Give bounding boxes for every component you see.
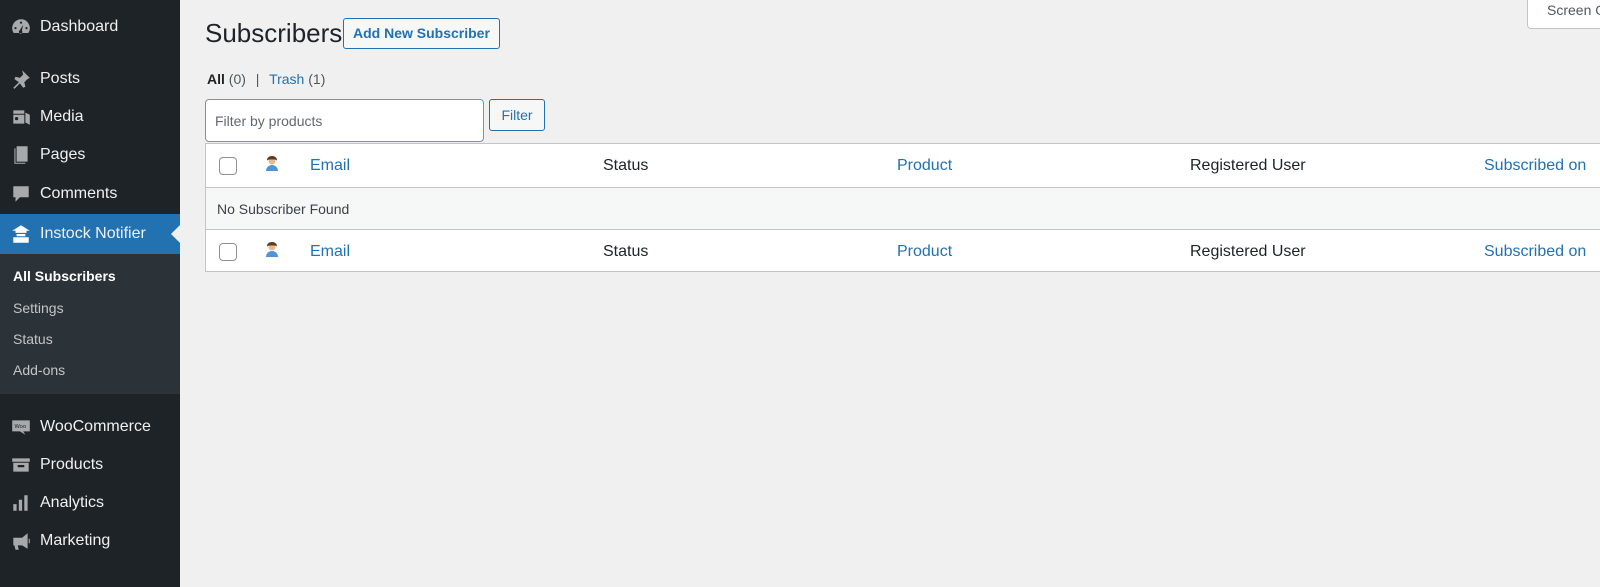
column-footer-email[interactable]: Email — [310, 243, 350, 261]
sidebar-item-comments[interactable]: Comments — [0, 175, 180, 213]
column-footer-subscribed-on[interactable]: Subscribed on — [1484, 243, 1586, 261]
sidebar-item-label: Pages — [40, 146, 86, 163]
view-trash-link[interactable]: Trash (1) — [269, 71, 325, 87]
column-header-registered-user: Registered User — [1190, 157, 1306, 174]
submenu-item-add-ons[interactable]: Add-ons — [13, 362, 65, 378]
svg-text:Woo: Woo — [14, 424, 26, 430]
sidebar-item-instock-notifier[interactable]: Instock Notifier — [0, 214, 180, 254]
select-all-checkbox-footer[interactable] — [219, 243, 237, 261]
table-header-row: Email Status Product Registered User Sub… — [206, 144, 1600, 188]
view-filters: All (0) | Trash (1) — [207, 71, 325, 87]
sidebar-item-label: Products — [40, 456, 104, 473]
column-footer-status: Status — [603, 243, 649, 260]
empty-table-message: No Subscriber Found — [206, 188, 1600, 229]
table-footer-row: Email Status Product Registered User Sub… — [206, 229, 1600, 271]
sidebar-item-media[interactable]: Media — [0, 98, 180, 136]
add-new-subscriber-button[interactable]: Add New Subscriber — [343, 18, 500, 49]
avatar-column-icon — [263, 155, 281, 173]
sidebar-item-label: Media — [40, 108, 84, 125]
sidebar-item-label: Comments — [40, 185, 118, 202]
column-header-subscribed-on[interactable]: Subscribed on — [1484, 157, 1586, 175]
view-trash-count: (1) — [308, 71, 326, 87]
filter-by-products-input[interactable] — [205, 99, 484, 142]
submenu-item-status[interactable]: Status — [13, 331, 53, 347]
sidebar-item-label: Dashboard — [40, 18, 119, 35]
sidebar-item-dashboard[interactable]: Dashboard — [0, 8, 180, 46]
sidebar-submenu: All Subscribers Settings Status Add-ons — [0, 254, 180, 394]
column-footer-registered-user: Registered User — [1190, 243, 1306, 260]
pin-icon — [0, 60, 40, 98]
view-all-link[interactable]: All (0) — [207, 71, 246, 87]
main-content: Subscribers Add New Subscriber Screen Op… — [180, 0, 1600, 587]
sidebar-item-pages[interactable]: Pages — [0, 136, 180, 174]
column-header-email[interactable]: Email — [310, 157, 350, 175]
archive-icon — [0, 446, 40, 484]
column-footer-product[interactable]: Product — [897, 243, 952, 261]
column-header-product[interactable]: Product — [897, 157, 952, 175]
view-all-count: (0) — [228, 71, 246, 87]
media-icon — [0, 98, 40, 136]
sidebar-item-label: Instock Notifier — [40, 225, 146, 242]
sidebar-item-products[interactable]: Products — [0, 446, 180, 484]
view-separator: | — [255, 71, 260, 87]
notifier-icon — [0, 215, 40, 253]
sidebar-item-label: Analytics — [40, 494, 105, 511]
sidebar-item-label: Marketing — [40, 532, 111, 549]
comment-icon — [0, 175, 40, 213]
column-header-status: Status — [603, 157, 649, 174]
sidebar-item-analytics[interactable]: Analytics — [0, 484, 180, 522]
page-title: Subscribers — [205, 18, 343, 48]
avatar-column-icon — [263, 241, 281, 259]
megaphone-icon — [0, 522, 40, 560]
sidebar-item-woocommerce[interactable]: Woo WooCommerce — [0, 408, 180, 446]
bar-chart-icon — [0, 484, 40, 522]
sidebar-item-posts[interactable]: Posts — [0, 60, 180, 98]
admin-sidebar: Dashboard Posts Media Pages Comments Ins… — [0, 0, 180, 587]
sidebar-item-marketing[interactable]: Marketing — [0, 522, 180, 560]
woo-icon: Woo — [0, 408, 40, 446]
select-all-checkbox[interactable] — [219, 157, 237, 175]
screen-options-button[interactable]: Screen Options — [1527, 0, 1600, 29]
sidebar-item-label: Posts — [40, 70, 81, 87]
sidebar-item-label: WooCommerce — [40, 418, 151, 435]
pages-icon — [0, 136, 40, 174]
submenu-item-all-subscribers[interactable]: All Subscribers — [13, 268, 116, 284]
subscribers-table: Email Status Product Registered User Sub… — [205, 143, 1600, 272]
submenu-item-settings[interactable]: Settings — [13, 300, 64, 316]
filter-button[interactable]: Filter — [489, 99, 545, 131]
dashboard-icon — [0, 8, 40, 46]
